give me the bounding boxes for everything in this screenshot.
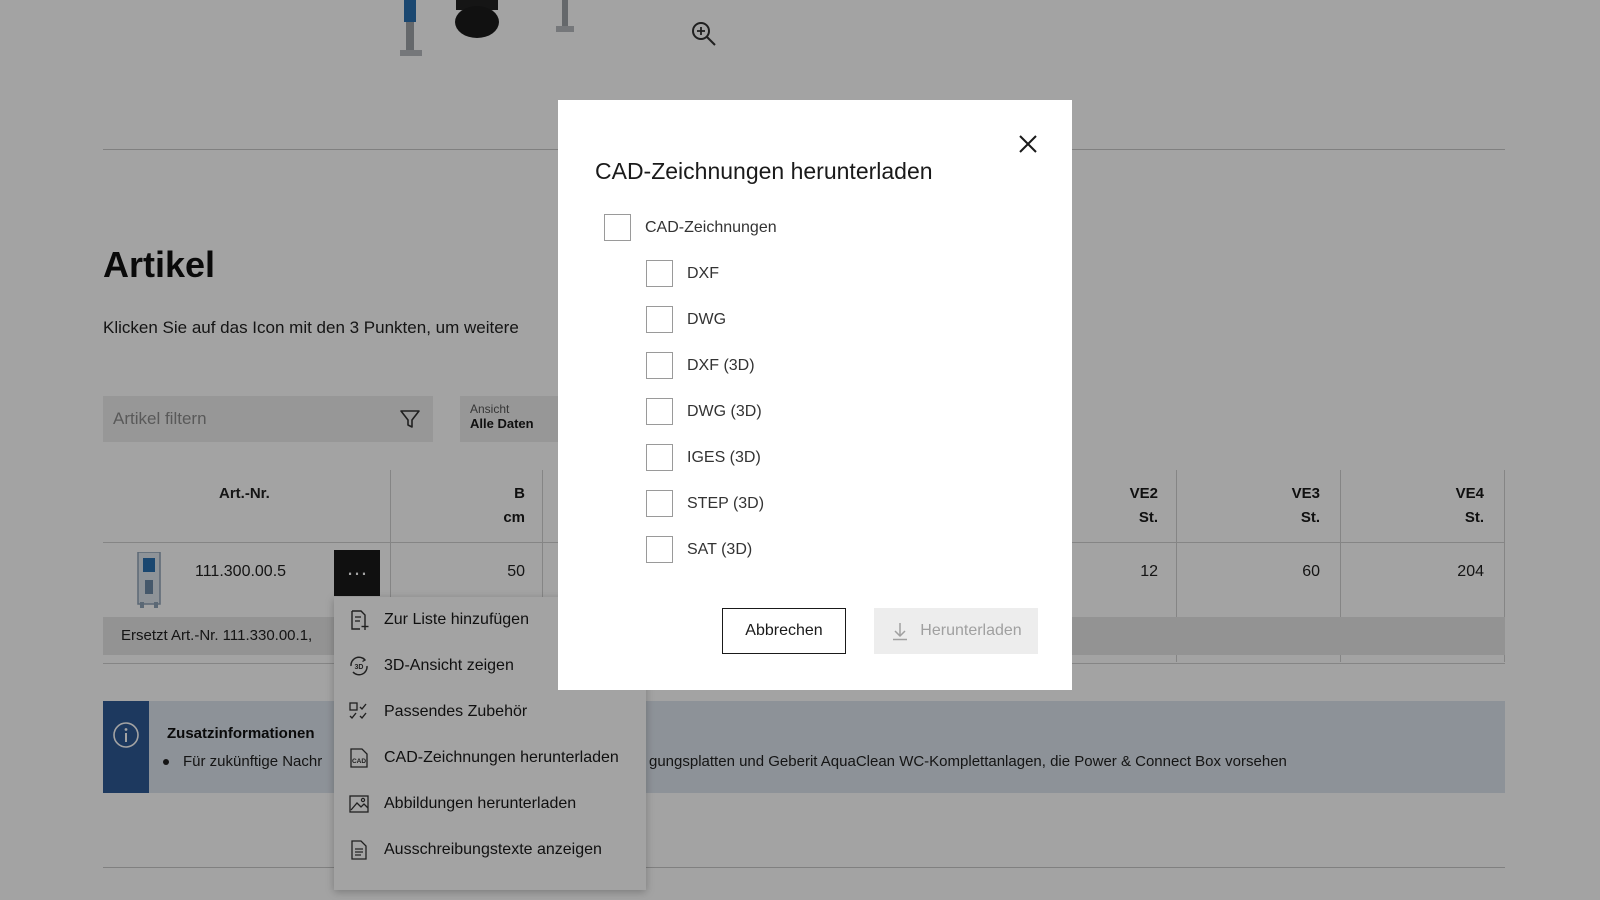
checkbox-label: STEP (3D) [687,494,765,512]
checkbox-label: SAT (3D) [687,540,753,558]
checkbox-dwg-3d[interactable]: DWG (3D) [646,398,762,425]
checkbox-dxf[interactable]: DXF [646,260,719,287]
checkbox-box[interactable] [646,536,673,563]
download-icon [893,623,908,641]
checkbox-sat-3d[interactable]: SAT (3D) [646,536,752,563]
cad-download-dialog: CAD-Zeichnungen herunterladen CAD-Zeichn… [558,100,1072,690]
dialog-title: CAD-Zeichnungen herunterladen [595,158,933,184]
checkbox-label: DXF (3D) [687,356,755,374]
checkbox-box[interactable] [646,352,673,379]
download-button-label: Herunterladen [920,622,1022,639]
page: Artikel Klicken Sie auf das Icon mit den… [0,0,1600,900]
checkbox-box[interactable] [646,398,673,425]
checkbox-iges-3d[interactable]: IGES (3D) [646,444,761,471]
checkbox-label: IGES (3D) [687,448,761,466]
download-button[interactable]: Herunterladen [874,608,1038,654]
checkbox-label: CAD-Zeichnungen [645,218,777,236]
checkbox-dwg[interactable]: DWG [646,306,726,333]
close-icon[interactable] [1016,132,1040,156]
checkbox-label: DWG (3D) [687,402,762,420]
checkbox-box[interactable] [646,260,673,287]
checkbox-box[interactable] [604,214,631,241]
checkbox-box[interactable] [646,444,673,471]
checkbox-box[interactable] [646,490,673,517]
checkbox-cad-drawings[interactable]: CAD-Zeichnungen [604,214,777,241]
checkbox-dxf-3d[interactable]: DXF (3D) [646,352,755,379]
cancel-button[interactable]: Abbrechen [722,608,846,654]
checkbox-label: DXF [687,264,719,282]
checkbox-label: DWG [687,310,727,328]
checkbox-box[interactable] [646,306,673,333]
checkbox-step-3d[interactable]: STEP (3D) [646,490,764,517]
